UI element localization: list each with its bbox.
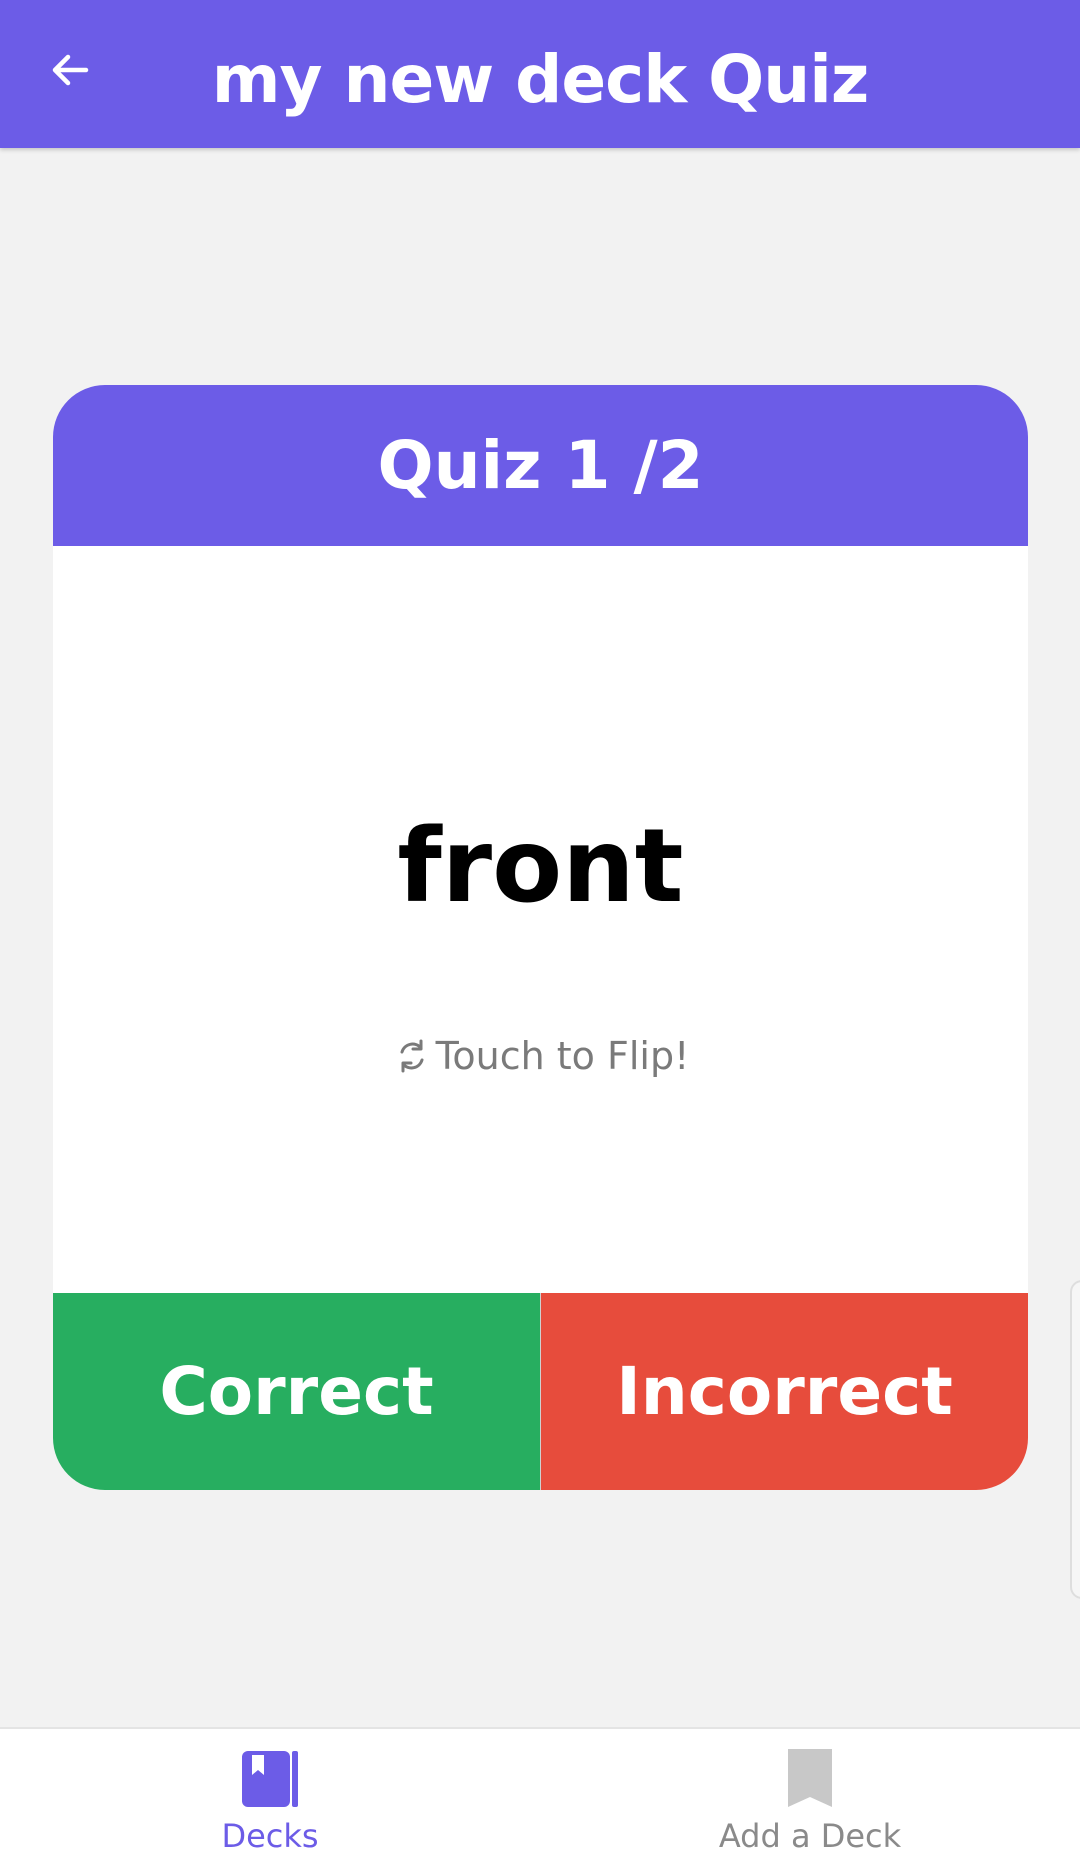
nav-item-add-deck[interactable]: Add a Deck [660,1729,960,1860]
arrow-left-icon [52,54,89,86]
book-icon [242,1751,298,1807]
card-front-text: front [397,807,684,926]
incorrect-button[interactable]: Incorrect [541,1293,1028,1490]
flip-hint: Touch to Flip! [53,1036,1028,1076]
nav-item-decks[interactable]: Decks [120,1729,420,1860]
back-button[interactable] [30,30,110,110]
bottom-navigation: Decks Add a Deck [0,1727,1080,1860]
flip-card-face[interactable]: front Touch to Flip! [53,546,1028,1293]
scroll-edge-indicator [1070,1280,1080,1599]
correct-button[interactable]: Correct [53,1293,540,1490]
page-title: my new deck Quiz [211,41,870,118]
bookmark-icon [788,1749,832,1807]
nav-label-decks: Decks [221,1817,319,1855]
quiz-progress-title: Quiz 1 /2 [53,385,1028,546]
quiz-card: Quiz 1 /2 front Touch to Flip! Correct I… [53,385,1028,1490]
refresh-icon [400,1039,424,1073]
app-bar: my new deck Quiz [0,0,1080,148]
flip-hint-label: Touch to Flip! [435,1034,690,1078]
nav-label-add-deck: Add a Deck [718,1817,902,1855]
